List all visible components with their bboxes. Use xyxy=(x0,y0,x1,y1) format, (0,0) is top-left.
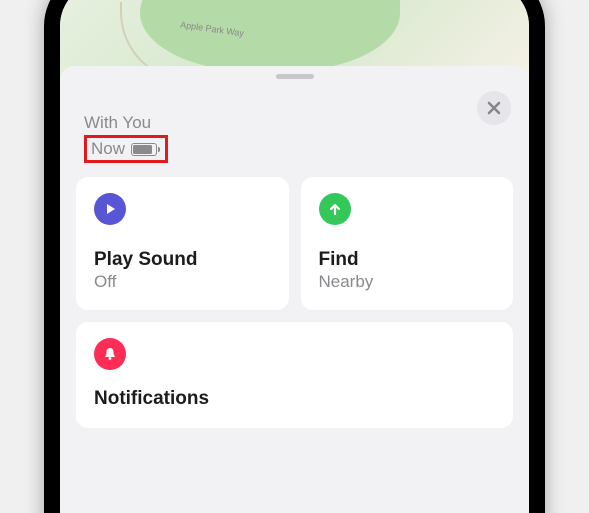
close-icon xyxy=(487,101,501,115)
bell-icon xyxy=(94,338,126,370)
notifications-title: Notifications xyxy=(94,388,495,410)
sheet-header: With You Now xyxy=(60,85,529,177)
highlight-annotation: Now xyxy=(84,135,168,163)
close-button[interactable] xyxy=(477,91,511,125)
find-title: Find xyxy=(319,249,496,271)
battery-icon xyxy=(131,143,157,156)
play-sound-subtitle: Off xyxy=(94,272,271,292)
map-poi-label: Pruner xyxy=(491,0,519,2)
play-sound-card[interactable]: Play Sound Off xyxy=(76,177,289,310)
location-status: With You xyxy=(84,113,505,133)
device-name xyxy=(84,89,505,111)
notifications-card[interactable]: Notifications xyxy=(76,322,513,428)
play-icon xyxy=(94,193,126,225)
play-sound-title: Play Sound xyxy=(94,249,271,271)
find-subtitle: Nearby xyxy=(319,272,496,292)
arrow-up-icon xyxy=(319,193,351,225)
detail-sheet: With You Now Play Sound Off xyxy=(60,66,529,513)
find-card[interactable]: Find Nearby xyxy=(301,177,514,310)
time-status: Now xyxy=(91,139,125,159)
sheet-grabber[interactable] xyxy=(276,74,314,79)
